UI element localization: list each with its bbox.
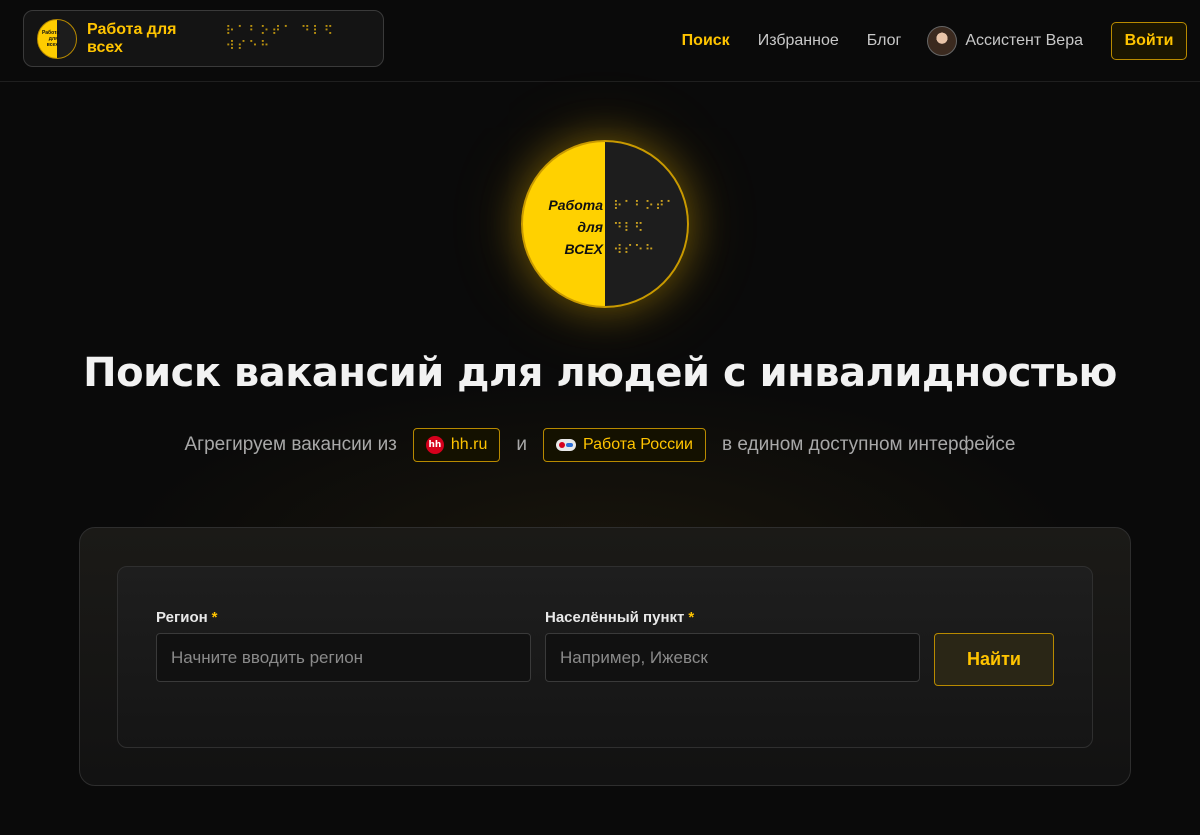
hero-subtitle: Агрегируем вакансии из hh hh.ru и Работа… — [0, 427, 1200, 463]
hero-logo-text: Работа для ВСЕХ — [523, 194, 603, 260]
source-trudvsem-badge[interactable]: Работа России — [543, 428, 706, 462]
page-title: Поиск вакансий для людей с инвалидностью — [83, 350, 1117, 396]
search-submit-button[interactable]: Найти — [934, 633, 1054, 686]
city-input[interactable] — [545, 633, 920, 682]
hero-braille-line3: ⠺⠎⠑⠓ — [613, 243, 656, 258]
region-required-mark: * — [211, 609, 218, 626]
source-hh-label: hh.ru — [450, 436, 488, 453]
source-hh-badge[interactable]: hh hh.ru — [412, 428, 501, 462]
hero-logo-line2: для — [577, 219, 603, 235]
hero-logo-braille: ⠗⠁⠃⠕⠞⠁ ⠙⠇⠫ ⠺⠎⠑⠓ — [613, 196, 683, 262]
brand-braille: ⠗⠁⠃⠕⠞⠁ ⠙⠇⠫ ⠺⠎⠑⠓ — [225, 23, 336, 54]
source-trudvsem-label: Работа России — [583, 436, 693, 453]
hero-braille-line2: ⠙⠇⠫ — [613, 221, 645, 236]
nav-blog[interactable]: Блог — [867, 32, 902, 50]
nav-search[interactable]: Поиск — [682, 32, 730, 50]
subtitle-prefix: Агрегируем вакансии из — [184, 434, 397, 455]
subtitle-suffix: в едином доступном интерфейсе — [721, 434, 1016, 455]
brand-logo-icon: Работа для всех — [37, 18, 77, 59]
region-input[interactable] — [156, 633, 531, 682]
site-header: Работа для всех Работа для всех ⠗⠁⠃⠕⠞⠁ ⠙… — [0, 0, 1200, 82]
brand-name: Работа для всех — [87, 20, 177, 56]
region-label: Регион * — [156, 609, 218, 626]
login-button[interactable]: Войти — [1111, 22, 1187, 60]
nav-favorites[interactable]: Избранное — [758, 32, 839, 50]
region-label-text: Регион — [156, 609, 208, 626]
hh-logo-icon: hh — [425, 436, 444, 454]
assistant-avatar — [927, 26, 958, 56]
hero-logo-line3: ВСЕХ — [564, 241, 603, 257]
hero-braille-line1: ⠗⠁⠃⠕⠞⠁ — [613, 199, 677, 214]
assistant-name: Ассистент Вера — [965, 32, 1083, 49]
city-required-mark: * — [688, 609, 695, 626]
rabota-rossii-logo-icon — [556, 439, 576, 451]
main-nav: Поиск Избранное Блог Ассистент Вера Войт… — [654, 0, 1200, 82]
brand-home-link[interactable]: Работа для всех Работа для всех ⠗⠁⠃⠕⠞⠁ ⠙… — [23, 10, 384, 67]
city-label: Населённый пункт * — [545, 609, 694, 626]
brand-logo-text: Работа для всех — [42, 29, 60, 48]
hero-logo-line1: Работа — [548, 197, 603, 213]
subtitle-and: и — [516, 434, 527, 455]
hero-logo: Работа для ВСЕХ ⠗⠁⠃⠕⠞⠁ ⠙⠇⠫ ⠺⠎⠑⠓ — [521, 140, 689, 308]
city-label-text: Населённый пункт — [545, 609, 685, 626]
assistant-link[interactable]: Ассистент Вера — [927, 26, 1083, 56]
